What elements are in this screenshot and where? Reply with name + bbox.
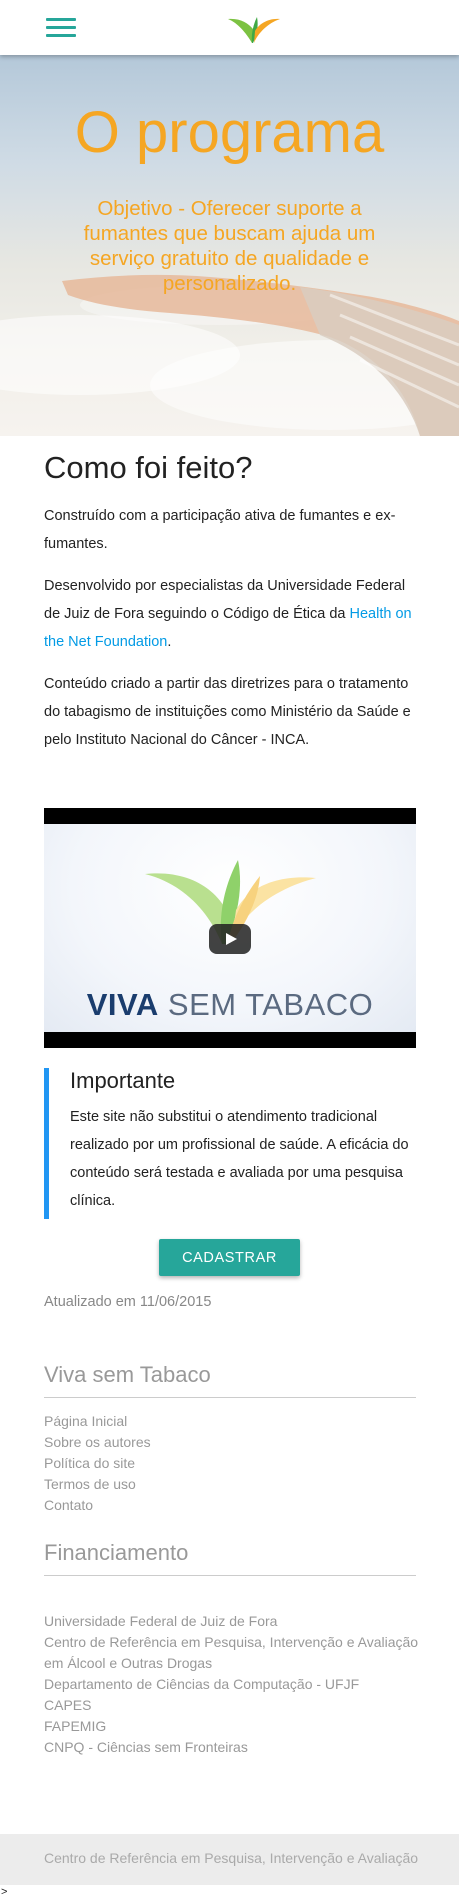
video-player[interactable]: VIVA SEM TABACO xyxy=(44,808,416,1048)
list-item: CAPES xyxy=(44,1697,92,1713)
video-brand-text: VIVA SEM TABACO xyxy=(44,987,416,1023)
list-item: Centro de Referência em Pesquisa, Interv… xyxy=(44,1634,419,1671)
paragraph-conteudo: Conteúdo criado a partir das diretrizes … xyxy=(44,676,411,748)
footer-link-pagina-inicial[interactable]: Página Inicial xyxy=(44,1413,127,1429)
footer-link-sobre-autores[interactable]: Sobre os autores xyxy=(44,1434,151,1450)
footer-link-termos[interactable]: Termos de uso xyxy=(44,1476,136,1492)
footer-link-politica[interactable]: Política do site xyxy=(44,1455,135,1471)
paragraph-desenvolvido-end: . xyxy=(167,634,172,650)
footer-link-contato[interactable]: Contato xyxy=(44,1497,93,1513)
video-thumbnail[interactable]: VIVA SEM TABACO xyxy=(44,824,416,1032)
footer-title-financiamento: Financiamento xyxy=(44,1540,416,1576)
footer-bottom-text: Centro de Referência em Pesquisa, Interv… xyxy=(44,1850,419,1866)
play-icon[interactable] xyxy=(209,924,251,954)
list-item: CNPQ - Ciências sem Fronteiras xyxy=(44,1739,248,1755)
stray-character: > xyxy=(1,1886,8,1898)
cadastrar-button[interactable]: Cadastrar xyxy=(159,1239,300,1276)
important-title: Importante xyxy=(70,1068,176,1093)
hero-title: O programa xyxy=(74,100,385,165)
list-item: Departamento de Ciências da Computação -… xyxy=(44,1676,360,1692)
updated-date: Atualizado em 11/06/2015 xyxy=(44,1294,212,1310)
video-brand-viva: VIVA xyxy=(86,987,159,1022)
hero-subtitle: Objetivo - Oferecer suporte a fumantes q… xyxy=(83,197,376,295)
hero-banner: O programa Objetivo - Oferecer suporte a… xyxy=(0,55,459,436)
menu-icon[interactable] xyxy=(46,17,78,39)
butterfly-logo-icon[interactable] xyxy=(226,9,282,47)
paragraph-desenvolvido: Desenvolvido por especialistas da Univer… xyxy=(44,572,416,656)
list-item: Universidade Federal de Juiz de Fora xyxy=(44,1613,278,1629)
top-navbar xyxy=(0,0,459,55)
video-brand-sem-tabaco: SEM TABACO xyxy=(167,987,374,1022)
footer-site-links: Página Inicial Sobre os autores Política… xyxy=(44,1411,424,1516)
section-title-como: Como foi feito? xyxy=(44,450,253,485)
footer-financiamento-list: Universidade Federal de Juiz de Fora Cen… xyxy=(44,1611,424,1758)
important-callout: Importante Este site não substitui o ate… xyxy=(44,1068,416,1219)
footer-copyright-bar: Centro de Referência em Pesquisa, Interv… xyxy=(0,1834,459,1885)
list-item: FAPEMIG xyxy=(44,1718,107,1734)
paragraph-participacao: Construído com a participação ativa de f… xyxy=(44,508,396,552)
important-text: Este site não substitui o atendimento tr… xyxy=(70,1109,409,1209)
footer-title-viva: Viva sem Tabaco xyxy=(44,1362,416,1398)
